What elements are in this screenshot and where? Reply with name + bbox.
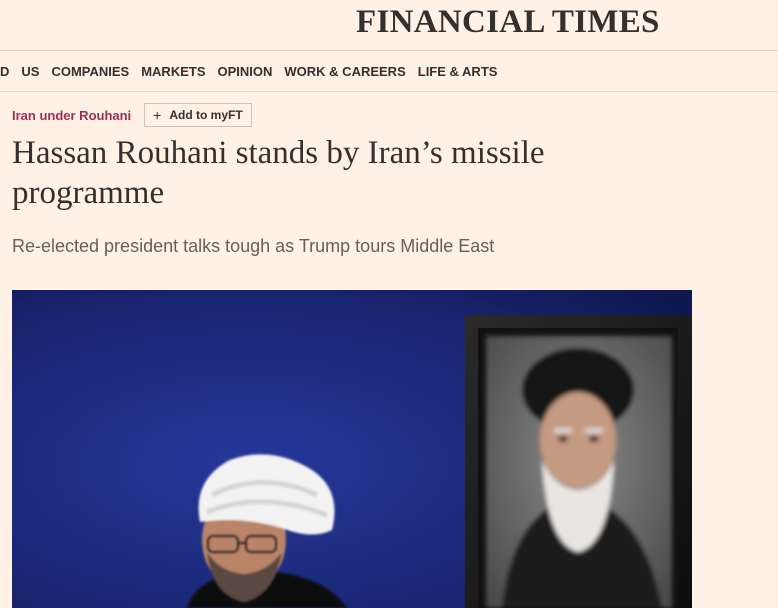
nav-item-d[interactable]: D <box>0 64 15 79</box>
article-standfirst: Re-elected president talks tough as Trum… <box>12 236 495 256</box>
nav-item-companies[interactable]: COMPANIES <box>45 64 135 79</box>
main-nav: D US COMPANIES MARKETS OPINION WORK & CA… <box>0 51 778 92</box>
hero-photo <box>12 290 692 608</box>
add-to-myft-label: Add to myFT <box>169 108 243 122</box>
nav-item-markets[interactable]: MARKETS <box>135 64 211 79</box>
topic-link[interactable]: Iran under Rouhani <box>12 108 131 123</box>
masthead: FINANCIAL TIMES <box>0 0 778 51</box>
ft-logo[interactable]: FINANCIAL TIMES <box>356 4 660 41</box>
plus-icon: + <box>153 107 162 123</box>
topic-row: Iran under Rouhani + Add to myFT <box>12 103 252 127</box>
nav-item-life-arts[interactable]: LIFE & ARTS <box>412 64 504 79</box>
add-to-myft-button[interactable]: + Add to myFT <box>144 103 252 127</box>
hero-image <box>12 290 692 608</box>
nav-item-work-careers[interactable]: WORK & CAREERS <box>278 64 411 79</box>
nav-item-opinion[interactable]: OPINION <box>212 64 279 79</box>
article-headline: Hassan Rouhani stands by Iran’s missile … <box>12 135 545 211</box>
framed-portrait <box>465 315 692 608</box>
nav-item-us[interactable]: US <box>15 64 45 79</box>
